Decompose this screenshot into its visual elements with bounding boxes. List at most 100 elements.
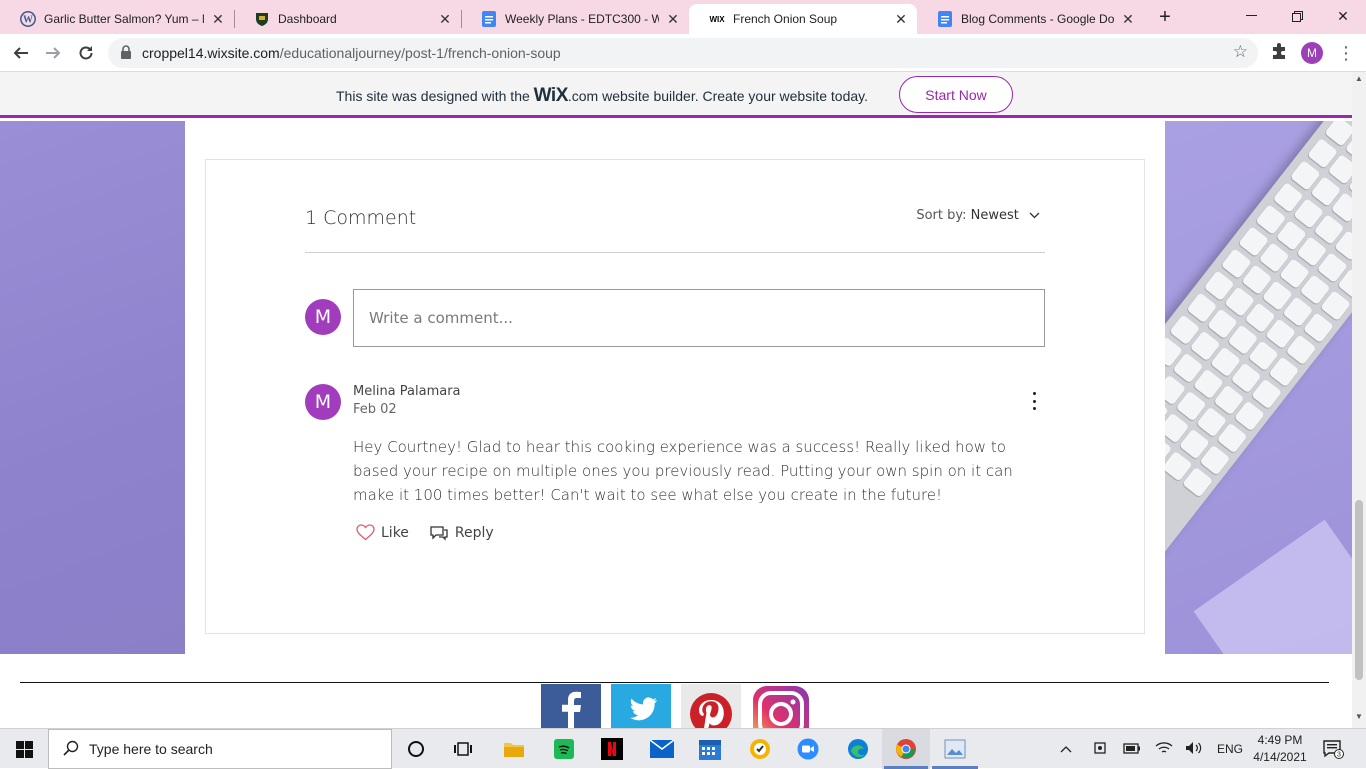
taskbar-search-box[interactable]: Type here to search: [48, 729, 392, 769]
close-tab-icon[interactable]: ✕: [210, 11, 226, 27]
show-hidden-icons-chevron-icon[interactable]: [1060, 742, 1078, 756]
comment-author-name[interactable]: Melina Palamara: [353, 384, 461, 399]
calendar-icon[interactable]: [698, 737, 722, 761]
comment-body: Hey Courtney! Glad to hear this cooking …: [353, 438, 1013, 504]
meet-now-icon[interactable]: [1093, 740, 1107, 759]
profile-avatar[interactable]: M: [1301, 42, 1323, 64]
tab-weekly-plans[interactable]: Weekly Plans - EDTC300 - Wint ✕: [461, 4, 689, 34]
facebook-icon[interactable]: [541, 684, 601, 730]
comment-actions: Like Reply: [356, 524, 514, 541]
footer-divider: [20, 682, 1329, 683]
scrollbar-thumb[interactable]: [1355, 500, 1363, 680]
scroll-down-arrow-icon[interactable]: ▼: [1355, 712, 1363, 721]
comment-more-options-icon[interactable]: [1024, 390, 1044, 412]
tab-title: Blog Comments - Google Docs: [961, 12, 1114, 26]
sort-dropdown[interactable]: Sort by: Newest: [916, 208, 1040, 223]
wix-banner-text: This site was designed with the WiX.com …: [336, 85, 868, 106]
zoom-icon[interactable]: [796, 737, 820, 761]
browser-tab-strip: W Garlic Butter Salmon? Yum – M ✕ Dashbo…: [0, 0, 1366, 34]
tab-title: Weekly Plans - EDTC300 - Wint: [505, 12, 659, 26]
volume-icon[interactable]: [1185, 741, 1203, 758]
search-icon: [63, 740, 79, 759]
url-text: croppel14.wixsite.com/educationaljourney…: [142, 45, 561, 61]
notification-center-button[interactable]: 3: [1322, 729, 1344, 769]
wifi-icon[interactable]: [1155, 741, 1173, 758]
tab-french-onion-soup[interactable]: WIX French Onion Soup ✕: [689, 4, 917, 34]
tab-title: French Onion Soup: [733, 12, 838, 26]
write-comment-input[interactable]: Write a comment...: [353, 289, 1045, 347]
notification-icon: 3: [1323, 740, 1344, 759]
reply-button[interactable]: Reply: [429, 524, 494, 541]
taskbar-clock[interactable]: 4:49 PM 4/14/2021: [1252, 732, 1308, 766]
tab-title: Dashboard: [278, 12, 337, 26]
instagram-icon[interactable]: [751, 684, 811, 730]
google-docs-icon: [481, 11, 497, 27]
comments-divider: [305, 252, 1045, 253]
close-tab-icon[interactable]: ✕: [1120, 11, 1136, 27]
mail-icon[interactable]: [650, 737, 674, 761]
comments-section: 1 Comment Sort by: Newest M Write a comm…: [205, 159, 1145, 634]
lock-icon[interactable]: [120, 45, 132, 65]
svg-text:W: W: [23, 15, 33, 26]
comment-author-avatar[interactable]: M: [305, 384, 341, 420]
close-window-button[interactable]: ✕: [1320, 0, 1366, 32]
bookmark-star-icon[interactable]: ☆: [1233, 42, 1248, 62]
background-left-panel: [0, 121, 185, 654]
paper-sheet-image: [1193, 519, 1352, 654]
heart-icon: [356, 524, 375, 541]
reply-icon: [430, 526, 448, 541]
minimize-button[interactable]: [1228, 0, 1274, 32]
wix-promo-banner: This site was designed with the WiX.com …: [0, 72, 1352, 118]
notification-count: 3: [1337, 752, 1341, 759]
language-indicator[interactable]: ENG: [1217, 742, 1243, 756]
wix-logo: WiX: [533, 85, 569, 106]
extensions-puzzle-icon[interactable]: [1270, 42, 1290, 62]
chrome-icon[interactable]: [894, 737, 918, 761]
spotify-icon[interactable]: [552, 737, 576, 761]
comment-date: Feb 02: [353, 402, 397, 417]
photos-app-icon[interactable]: [943, 737, 967, 761]
file-explorer-icon[interactable]: [502, 737, 526, 761]
browser-toolbar: croppel14.wixsite.com/educationaljourney…: [0, 34, 1366, 72]
windows-logo-icon: [15, 740, 33, 758]
restore-button[interactable]: [1274, 0, 1320, 32]
sort-value: Newest: [970, 208, 1019, 223]
windows-taskbar: Type here to search ENG 4:49 PM 4/14/202…: [0, 728, 1366, 769]
battery-icon[interactable]: [1123, 742, 1141, 757]
norton-icon[interactable]: [748, 737, 772, 761]
close-tab-icon[interactable]: ✕: [437, 11, 453, 27]
shield-crest-icon: [254, 11, 270, 27]
new-tab-button[interactable]: +: [1154, 6, 1176, 28]
wix-icon: WIX: [709, 14, 725, 24]
task-view-icon[interactable]: [451, 737, 475, 761]
tab-blog-comments[interactable]: Blog Comments - Google Docs ✕: [917, 4, 1144, 34]
clock-date: 4/14/2021: [1253, 750, 1307, 764]
like-button[interactable]: Like: [356, 524, 409, 541]
scroll-up-arrow-icon[interactable]: ▲: [1355, 74, 1363, 83]
page-content: 1 Comment Sort by: Newest M Write a comm…: [0, 121, 1352, 730]
tab-title: Garlic Butter Salmon? Yum – M: [44, 12, 204, 26]
reload-button[interactable]: [73, 40, 99, 66]
wordpress-icon: W: [20, 11, 36, 27]
close-tab-icon[interactable]: ✕: [665, 11, 681, 27]
tab-dashboard[interactable]: Dashboard ✕: [234, 4, 461, 34]
page-scrollbar[interactable]: ▲ ▼: [1352, 72, 1366, 728]
clock-time: 4:49 PM: [1257, 733, 1303, 747]
google-docs-icon: [937, 11, 953, 27]
close-tab-icon[interactable]: ✕: [893, 11, 909, 27]
netflix-icon[interactable]: [600, 737, 624, 761]
cortana-icon[interactable]: [404, 737, 428, 761]
keyboard-image: [1165, 121, 1352, 577]
pinterest-icon[interactable]: [681, 684, 741, 730]
browser-menu-icon[interactable]: ⋮: [1336, 40, 1356, 66]
address-bar[interactable]: croppel14.wixsite.com/educationaljourney…: [108, 38, 1258, 68]
windows-start-button[interactable]: [0, 729, 48, 769]
twitter-icon[interactable]: [611, 684, 671, 730]
start-now-button[interactable]: Start Now: [899, 76, 1013, 113]
chevron-down-icon: [1029, 208, 1040, 223]
back-button[interactable]: [8, 40, 34, 66]
edge-icon[interactable]: [846, 737, 870, 761]
tab-garlic-butter-salmon[interactable]: W Garlic Butter Salmon? Yum – M ✕: [0, 4, 234, 34]
system-tray: ENG: [1060, 729, 1243, 769]
forward-button[interactable]: [40, 40, 66, 66]
